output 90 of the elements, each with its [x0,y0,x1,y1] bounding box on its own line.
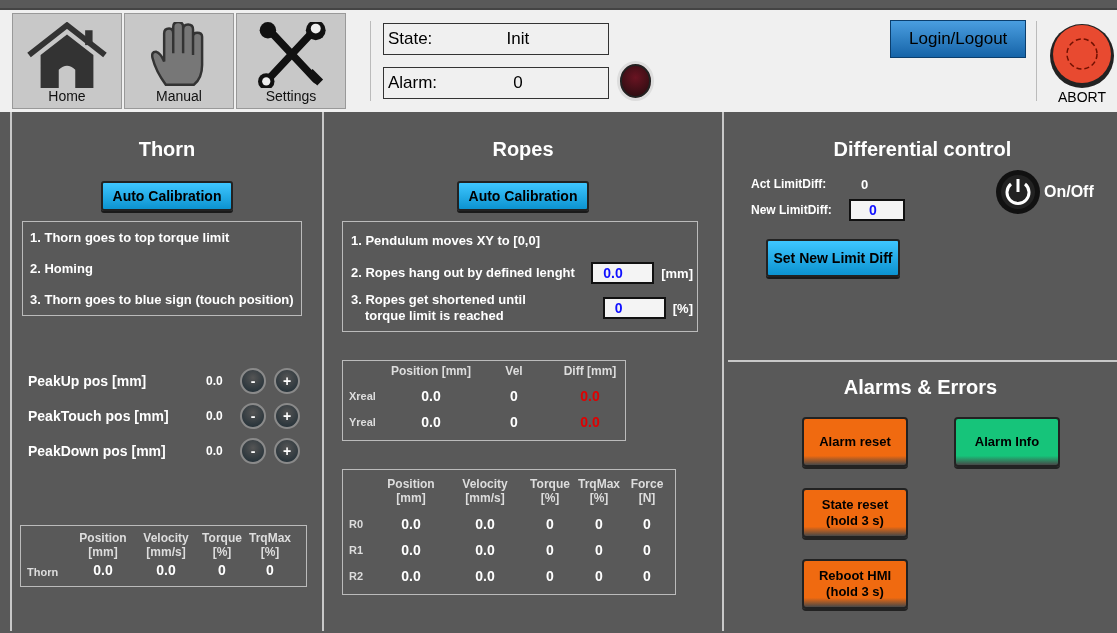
column-header: Force [N] [629,478,665,506]
step-text: 2. Homing [30,261,94,276]
state-value: Init [505,29,531,49]
section-title: Ropes [492,138,554,161]
increase-button[interactable]: + [274,403,300,429]
column-header: TrqMax [%] [248,532,292,560]
nav-button[interactable]: Settings [236,13,346,109]
section-title: Differential control [833,138,1012,161]
table-cell-text: 0 [265,561,275,578]
table-cell-text: 0 [217,561,227,578]
step-text: 3. Thorn goes to blue sign (touch position) [30,292,294,307]
set-limit-button[interactable]: Set New Limit Diff [766,239,900,277]
peak-label: PeakUp pos [mm] [28,373,148,389]
row-header: Xreal [349,390,377,403]
table-cell-text: 0.0 [420,414,442,431]
peak-label: PeakTouch pos [mm] [28,408,170,424]
table-cell-text: 0.0 [420,388,442,405]
table-cell-text: 0.0 [400,515,422,532]
table-cell-text: 0 [509,388,519,405]
decrease-button[interactable]: - [240,403,266,429]
column-header: Diff [mm] [562,364,618,379]
column-header: Vel [504,364,524,379]
column-header: Torque [%] [529,478,571,506]
increase-button[interactable]: + [274,438,300,464]
row-header: R1 [349,543,365,556]
column-header: Position [mm] [386,478,436,506]
decrease-button[interactable]: - [240,368,266,394]
alarm-action-button[interactable]: Reboot HMI (hold 3 s) [802,559,908,609]
row-header: R2 [349,569,365,582]
column-header: Position [mm] [390,364,472,379]
nav-button[interactable]: Home [12,13,122,109]
decrease-button[interactable]: - [240,438,266,464]
step-text: 1. Pendulum moves XY to [0,0] [351,232,542,250]
table-cell-text: 0.0 [474,541,496,558]
alarm-value: 0 [512,73,524,93]
table-cell-text: 0 [594,567,604,584]
field-label: State: [387,29,434,49]
unit-label: [%] [672,300,693,316]
login-button[interactable]: Login/Logout [890,20,1027,58]
column-header: Velocity [mm/s] [461,478,509,506]
section-title: Alarms & Errors [843,376,998,399]
alarm-action-button[interactable]: Alarm reset [802,417,908,467]
table-cell-text: 0.0 [579,414,601,431]
auto-calibration-button[interactable]: Auto Calibration [456,181,590,211]
step-text: 2. Ropes hang out by defined lenght [351,264,576,282]
step-text: 1. Thorn goes to top torque limit [30,230,231,245]
alarm-action-button[interactable]: Alarm Info [954,417,1060,467]
row-header: R0 [349,517,365,530]
table-cell-text: 0.0 [400,567,422,584]
table-cell-text: 0.0 [474,515,496,532]
column-header: Velocity [mm/s] [142,532,190,560]
section-title: Thorn [138,138,196,161]
column-header: Torque [%] [201,532,243,560]
table-cell-text: 0.0 [92,561,114,578]
row-header: Yreal [349,416,377,429]
table-cell-text: 0 [545,515,555,532]
row-header: Thorn [27,565,60,578]
peak-value: 0.0 [206,409,224,423]
table-cell-text: 0 [509,414,519,431]
table-cell-text: 0 [642,515,652,532]
peak-value: 0.0 [206,374,224,388]
table-cell-text: 0 [545,541,555,558]
unit-label: [mm] [661,265,693,281]
input-field[interactable]: 0 [849,199,905,221]
power-button-icon[interactable] [995,169,1041,215]
table-cell-text: 0 [642,567,652,584]
increase-button[interactable]: + [274,368,300,394]
table-cell-text: 0.0 [155,561,177,578]
input-field[interactable]: 0 [602,297,666,320]
table-cell-text: 0.0 [579,388,601,405]
alarm-action-button[interactable]: State reset (hold 3 s) [802,488,908,538]
column-header: Position [mm] [78,532,128,560]
table-cell-text: 0 [642,541,652,558]
input-field[interactable]: 0.0 [591,262,655,284]
step-text: 3. Ropes get shortened until torque limit is reached [351,292,527,325]
field-label: Act LimitDiff: [751,177,828,191]
column-header: TrqMax [%] [577,478,621,506]
peak-label: PeakDown pos [mm] [28,443,167,459]
field-label: Alarm: [387,73,439,93]
limit-value: 0 [861,176,869,192]
table-cell-text: 0.0 [474,567,496,584]
table-cell-text: 0 [545,567,555,584]
field-label: New LimitDiff: [751,203,833,217]
table-cell-text: 0 [594,541,604,558]
table-cell-text: 0 [594,515,604,532]
nav-button[interactable]: Manual [124,13,234,109]
table-cell-text: 0.0 [400,541,422,558]
auto-calibration-button[interactable]: Auto Calibration [100,181,234,211]
peak-value: 0.0 [206,444,224,458]
power-label: On/Off [1044,183,1094,201]
